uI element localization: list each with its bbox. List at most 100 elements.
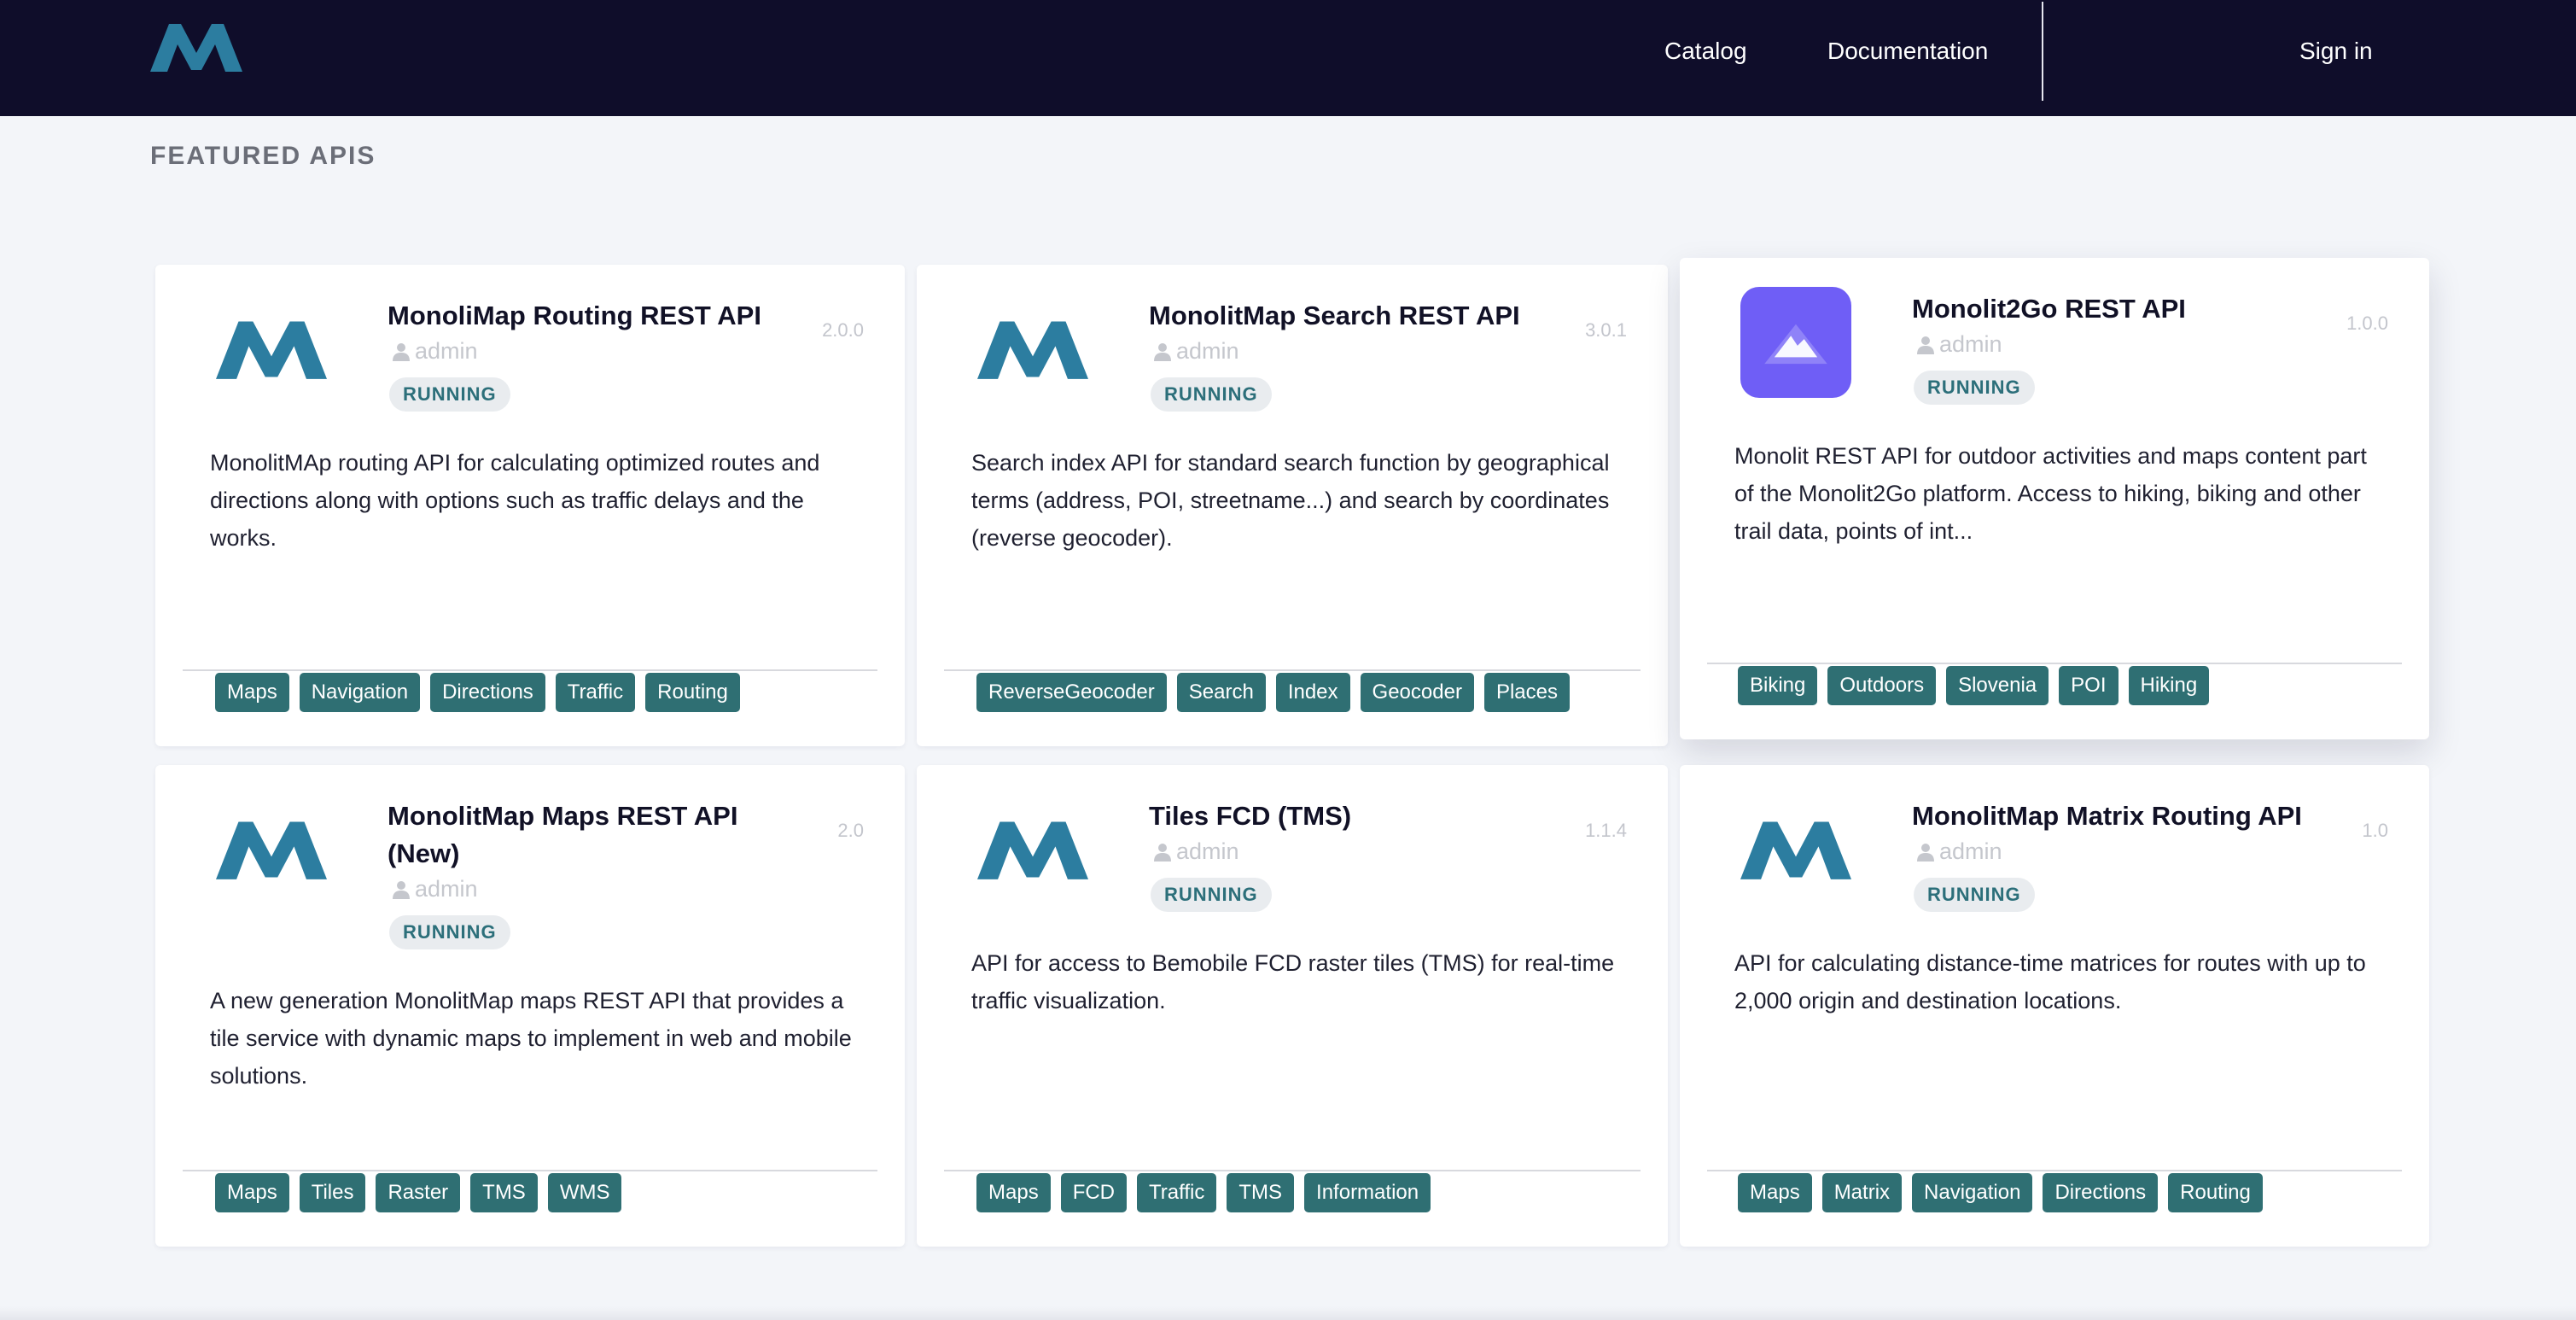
section-title: FEATURED APIS [150,142,376,170]
user-icon [1917,336,1934,354]
tag[interactable]: FCD [1060,1173,1128,1212]
user-icon [1154,342,1171,361]
status-badge: RUNNING [389,915,510,949]
tag[interactable]: Routing [645,673,740,712]
api-description: MonolitMAp routing API for calculating o… [210,450,820,551]
tag[interactable]: Maps [1738,1173,1812,1212]
tag[interactable]: Raster [376,1173,461,1212]
tag[interactable]: TMS [470,1173,538,1212]
tag[interactable]: Routing [2168,1173,2263,1212]
api-logo [213,294,329,405]
api-card[interactable]: Monolit2Go REST API 1.0.0 admin RUNNING … [1680,258,2429,739]
nav-divider [2042,2,2043,101]
api-owner: admin [391,338,478,365]
tag[interactable]: Information [1304,1173,1431,1212]
api-owner: admin [1915,331,2002,358]
api-owner-name: admin [1939,838,2002,864]
api-description: Monolit REST API for outdoor activities … [1734,443,2367,544]
monolit-m-logo-icon [977,321,1088,379]
api-card[interactable]: Tiles FCD (TMS) 1.1.4 admin RUNNING API … [917,765,1668,1247]
user-icon [393,342,410,361]
tag[interactable]: Index [1275,673,1350,712]
api-owner: admin [1152,338,1239,365]
monolit-m-logo-icon [216,321,327,379]
status-badge: RUNNING [1151,878,1272,912]
tag[interactable]: TMS [1227,1173,1295,1212]
sign-in-link[interactable]: Sign in [2299,34,2373,68]
tag[interactable]: Places [1483,673,1570,712]
tag[interactable]: Navigation [299,673,421,712]
api-owner-name: admin [1939,331,2002,357]
status-badge: RUNNING [1914,371,2035,405]
tag[interactable]: Biking [1738,666,1818,705]
card-divider [944,1170,1641,1171]
tag[interactable]: Traffic [555,673,636,712]
api-card[interactable]: MonolitMap Search REST API 3.0.1 admin R… [917,265,1668,746]
tag[interactable]: Search [1176,673,1266,712]
tag[interactable]: POI [2059,666,2118,705]
tag[interactable]: Maps [215,673,289,712]
tag-list: Maps FCD Traffic TMS Information [976,1173,1431,1212]
tag[interactable]: Matrix [1821,1173,1903,1212]
api-card[interactable]: MonolitMap Maps REST API (New) 2.0 admin… [155,765,905,1247]
nav-documentation-link[interactable]: Documentation [1827,34,1988,68]
api-description: API for calculating distance-time matric… [1734,950,2366,1013]
api-title[interactable]: Monolit2Go REST API [1912,290,2347,328]
api-owner: admin [1915,838,2002,865]
tag[interactable]: ReverseGeocoder [976,673,1167,712]
tag[interactable]: Geocoder [1360,673,1474,712]
api-title[interactable]: MonolitMap Maps REST API (New) [388,797,789,873]
api-description: API for access to Bemobile FCD raster ti… [971,950,1615,1013]
tag[interactable]: Navigation [1912,1173,2033,1212]
api-logo [975,794,1091,905]
tag[interactable]: Maps [976,1173,1051,1212]
tag[interactable]: Maps [215,1173,289,1212]
status-badge: RUNNING [1151,377,1272,412]
api-logo [975,294,1091,405]
tag-list: Biking Outdoors Slovenia POI Hiking [1738,666,2210,705]
nav-catalog-link[interactable]: Catalog [1664,34,1747,68]
api-owner-name: admin [1176,338,1239,364]
api-owner-name: admin [415,876,478,902]
page-bottom-edge [0,1306,2576,1320]
api-version: 2.0.0 [822,319,864,341]
api-owner-name: admin [415,338,478,364]
user-icon [1154,843,1171,862]
api-logo [1738,794,1854,905]
card-divider [944,669,1641,671]
api-title[interactable]: Tiles FCD (TMS) [1149,797,1584,835]
monolit-m-logo-icon [977,821,1088,879]
api-title[interactable]: MonolitMap Matrix Routing API [1912,797,2347,835]
tag[interactable]: Hiking [2128,666,2210,705]
mountain-app-icon [1740,287,1851,398]
tag[interactable]: Directions [430,673,545,712]
tag[interactable]: Outdoors [1827,666,1937,705]
api-version: 2.0 [837,820,864,841]
api-title[interactable]: MonoliMap Routing REST API [388,297,823,335]
monolit-logo-icon[interactable] [150,22,242,72]
tag-list: ReverseGeocoder Search Index Geocoder Pl… [976,673,1570,712]
api-logo [1738,287,1854,398]
api-version: 1.1.4 [1585,820,1627,841]
tag[interactable]: Slovenia [1946,666,2049,705]
monolit-m-logo-icon [1740,821,1851,879]
top-navbar: Catalog Documentation Sign in [0,0,2576,116]
status-badge: RUNNING [389,377,510,412]
api-owner: admin [1152,838,1239,865]
api-version: 1.0 [2362,820,2388,841]
mountain-icon [1764,324,1827,365]
tag[interactable]: Directions [2043,1173,2159,1212]
api-title[interactable]: MonolitMap Search REST API [1149,297,1584,335]
api-card[interactable]: MonoliMap Routing REST API 2.0.0 admin R… [155,265,905,746]
api-owner: admin [391,876,478,902]
tag[interactable]: Tiles [299,1173,366,1212]
api-card[interactable]: MonolitMap Matrix Routing API 1.0 admin … [1680,765,2429,1247]
tag-list: Maps Tiles Raster TMS WMS [215,1173,622,1212]
card-divider [183,1170,877,1171]
api-version: 1.0.0 [2346,312,2388,334]
tag[interactable]: WMS [547,1173,622,1212]
status-badge: RUNNING [1914,878,2035,912]
tag[interactable]: Traffic [1137,1173,1217,1212]
api-description: Search index API for standard search fun… [971,450,1610,551]
user-icon [393,880,410,899]
